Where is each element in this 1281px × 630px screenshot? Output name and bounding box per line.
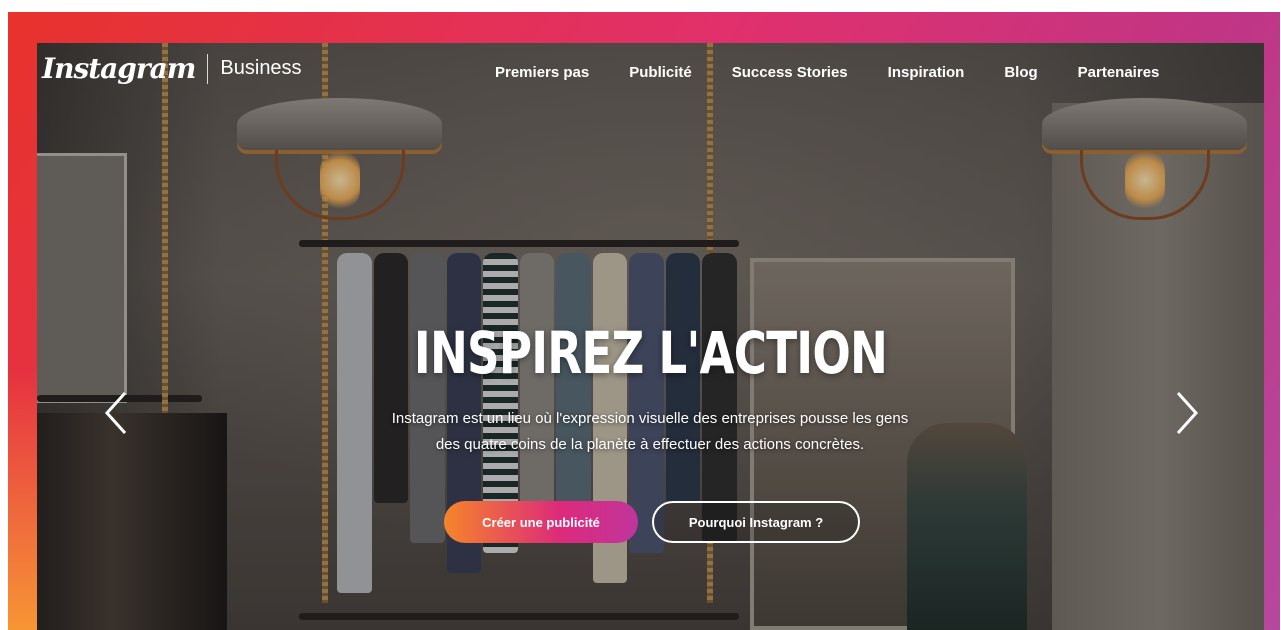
chevron-right-icon: [1176, 391, 1199, 435]
instagram-business-logo[interactable]: Instagram Business: [42, 52, 302, 85]
nav-success-stories[interactable]: Success Stories: [732, 64, 848, 81]
business-label: Business: [220, 57, 302, 79]
logo-divider: [207, 53, 209, 84]
instagram-logo-text: Instagram: [42, 52, 196, 85]
why-instagram-label: Pourquoi Instagram ?: [688, 514, 824, 530]
carousel-prev-button[interactable]: [101, 390, 131, 436]
hero-subtitle: Instagram est un lieu où l'expression vi…: [391, 410, 909, 453]
nav-publicite[interactable]: Publicité: [629, 64, 692, 81]
nav-partenaires[interactable]: Partenaires: [1078, 64, 1160, 81]
nav-inspiration[interactable]: Inspiration: [888, 64, 965, 81]
hero-title: INSPIREZ L'ACTION: [413, 319, 888, 387]
main-navigation: Premiers pas Publicité Success Stories I…: [495, 64, 1159, 81]
why-instagram-button[interactable]: Pourquoi Instagram ?: [652, 501, 860, 543]
create-ad-label: Créer une publicité: [482, 514, 600, 530]
nav-premiers-pas[interactable]: Premiers pas: [495, 64, 589, 81]
gradient-frame-accent: [8, 370, 38, 630]
nav-blog[interactable]: Blog: [1004, 64, 1037, 81]
create-ad-button[interactable]: Créer une publicité: [444, 501, 638, 543]
carousel-next-button[interactable]: [1172, 390, 1202, 436]
chevron-left-icon: [104, 391, 127, 435]
